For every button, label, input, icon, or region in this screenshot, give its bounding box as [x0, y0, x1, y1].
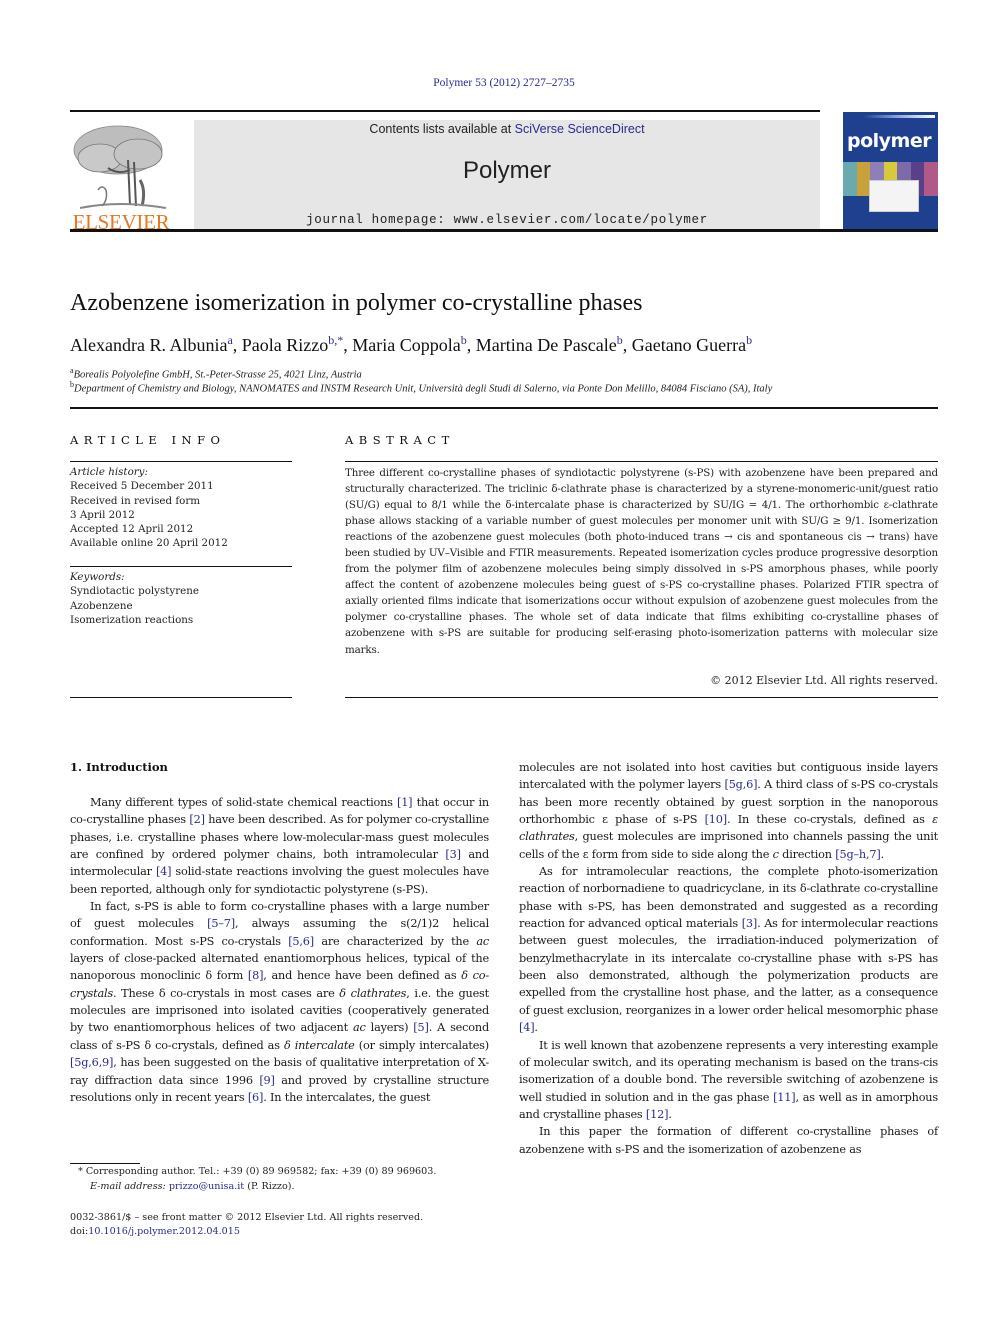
cover-figure: [869, 180, 919, 212]
cover-title: polymer: [847, 130, 932, 152]
journal-citation[interactable]: Polymer 53 (2012) 2727–2735: [0, 77, 992, 89]
body-paragraph: In fact, s-PS is able to form co-crystal…: [70, 900, 490, 1104]
reference-link[interactable]: [5g,6]: [724, 778, 757, 791]
contents-line: Contents lists available at SciVerse Sci…: [194, 122, 820, 136]
email-note: E-mail address: prizzo@unisa.it (P. Rizz…: [90, 1181, 295, 1192]
section-heading-introduction: 1. Introduction: [70, 760, 168, 774]
italic-term: ε clathrates: [519, 813, 938, 844]
body-left-column: Many different types of solid-state chem…: [70, 794, 489, 1106]
abstract-heading: ABSTRACT: [345, 433, 455, 447]
doi-link[interactable]: 10.1016/j.polymer.2012.04.015: [88, 1226, 240, 1237]
reference-link[interactable]: [12]: [646, 1108, 669, 1121]
reference-link[interactable]: [5g,6,9]: [70, 1056, 113, 1069]
keywords-label: Keywords:: [70, 571, 125, 583]
article-title: Azobenzene isomerization in polymer co-c…: [70, 290, 643, 316]
email-link[interactable]: prizzo@unisa.it: [169, 1181, 244, 1192]
reference-link[interactable]: [6]: [248, 1091, 264, 1104]
italic-term: δ co-crystals: [70, 969, 490, 1000]
footnote-rule: [70, 1163, 140, 1164]
author[interactable]: Alexandra R. Albunia: [70, 335, 227, 355]
italic-term: δ intercalate: [283, 1038, 355, 1052]
author-affiliation-mark[interactable]: a: [227, 333, 232, 347]
reference-link[interactable]: [5g–h,7]: [835, 848, 881, 861]
keywords-rule: [70, 566, 292, 567]
title-block-rule: [70, 407, 938, 409]
author-affiliation-mark[interactable]: b: [746, 333, 752, 347]
reference-link[interactable]: [5,6]: [288, 935, 314, 948]
issn-note: 0032-3861/$ – see front matter © 2012 El…: [70, 1212, 424, 1223]
reference-link[interactable]: [5]: [413, 1021, 429, 1034]
history-label: Article history:: [70, 466, 148, 478]
body-paragraph: molecules are not isolated into host cav…: [519, 761, 938, 861]
article-info-heading: ARTICLE INFO: [70, 433, 226, 447]
cover-stripe: [863, 115, 935, 118]
corresponding-author-note: * Corresponding author. Tel.: +39 (0) 89…: [78, 1166, 437, 1177]
keyword[interactable]: Azobenzene: [70, 599, 292, 613]
abstract-bottom-rule: [345, 697, 938, 698]
email-label: E-mail address:: [90, 1181, 169, 1192]
keywords: Keywords: Syndiotactic polystyrene Azobe…: [70, 570, 292, 627]
author-list: Alexandra R. Albuniaa, Paola Rizzob,*, M…: [70, 333, 753, 355]
reference-link[interactable]: [2]: [189, 813, 205, 826]
affiliation-a: aBorealis Polyolefine GmbH, St.-Peter-St…: [70, 366, 362, 381]
affiliation-b: bDepartment of Chemistry and Biology, NA…: [70, 380, 772, 395]
header-bottom-rule: [70, 229, 938, 232]
contents-prefix: Contents lists available at: [369, 122, 515, 136]
sciencedirect-link[interactable]: SciVerse ScienceDirect: [515, 122, 645, 136]
reference-link[interactable]: [8]: [248, 969, 264, 982]
reference-link[interactable]: [3]: [445, 848, 461, 861]
email-suffix: (P. Rizzo).: [244, 1181, 295, 1192]
body-paragraph: As for intramolecular reactions, the com…: [519, 865, 939, 1035]
keyword[interactable]: Isomerization reactions: [70, 613, 292, 627]
history-item: Accepted 12 April 2012: [70, 523, 194, 536]
italic-term: c: [772, 847, 779, 861]
doi-line: doi:10.1016/j.polymer.2012.04.015: [70, 1226, 240, 1237]
body-right-column: molecules are not isolated into host cav…: [519, 759, 938, 1158]
reference-link[interactable]: [4]: [519, 1021, 535, 1034]
author-affiliation-mark[interactable]: b,*: [328, 333, 343, 347]
keyword[interactable]: Syndiotactic polystyrene: [70, 584, 292, 598]
history-item: Received 5 December 2011: [70, 480, 214, 493]
italic-term: ac: [352, 1021, 366, 1035]
history-item: Received in revised form: [70, 494, 201, 507]
author[interactable]: Maria Coppola: [352, 335, 460, 355]
header-rule: [70, 110, 820, 112]
journal-cover-image[interactable]: polymer: [843, 112, 938, 230]
abstract-text: Three different co-crystalline phases of…: [345, 467, 938, 656]
journal-homepage[interactable]: journal homepage: www.elsevier.com/locat…: [194, 213, 820, 227]
abstract-copyright: © 2012 Elsevier Ltd. All rights reserved…: [710, 674, 938, 687]
body-paragraph: Many different types of solid-state chem…: [70, 796, 490, 896]
italic-term: ac: [476, 934, 489, 948]
affiliation-text: Borealis Polyolefine GmbH, St.-Peter-Str…: [73, 369, 362, 381]
journal-title: Polymer: [462, 157, 552, 184]
body-paragraph: In this paper the formation of different…: [519, 1125, 938, 1156]
reference-link[interactable]: [5–7]: [207, 917, 235, 930]
reference-link[interactable]: [10]: [705, 813, 728, 826]
doi-label: doi:: [70, 1226, 89, 1237]
article-info-rule: [70, 461, 292, 462]
reference-link[interactable]: [4]: [156, 865, 172, 878]
author[interactable]: Gaetano Guerra: [632, 335, 746, 355]
reference-link[interactable]: [1]: [397, 796, 413, 809]
author[interactable]: Martina De Pascale: [476, 335, 617, 355]
author-affiliation-mark[interactable]: b: [617, 333, 623, 347]
article-history: Article history: Received 5 December 201…: [70, 465, 292, 551]
italic-term: δ clathrates: [339, 986, 407, 1000]
affiliation-text: Department of Chemistry and Biology, NAN…: [74, 383, 773, 395]
author[interactable]: Paola Rizzo: [242, 335, 328, 355]
journal-banner: Contents lists available at SciVerse Sci…: [194, 120, 820, 230]
abstract-rule: [345, 461, 938, 462]
body-paragraph: It is well known that azobenzene represe…: [519, 1038, 938, 1121]
author-affiliation-mark[interactable]: b: [461, 333, 467, 347]
reference-link[interactable]: [11]: [773, 1091, 796, 1104]
history-item: 3 April 2012: [70, 508, 135, 521]
reference-link[interactable]: [3]: [742, 917, 758, 930]
reference-link[interactable]: [9]: [259, 1074, 275, 1087]
history-item: Available online 20 April 2012: [70, 537, 228, 550]
article-info-bottom-rule: [70, 697, 292, 698]
